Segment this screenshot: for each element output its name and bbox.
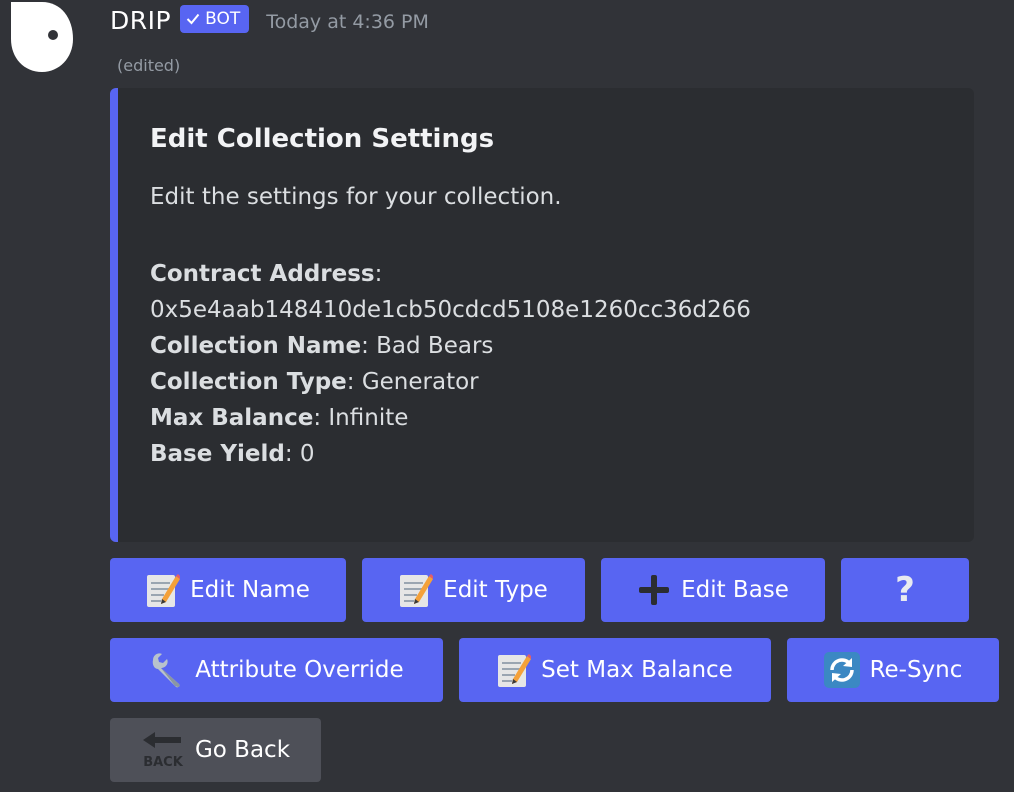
field-collection-name: Collection Name: Bad Bears <box>150 333 494 359</box>
field-max-balance: Max Balance: Infinite <box>150 405 409 431</box>
embed-card: Edit Collection Settings Edit the settin… <box>110 88 974 542</box>
help-button[interactable]: ? <box>841 558 969 622</box>
set-max-balance-button[interactable]: Set Max Balance <box>459 638 771 702</box>
edit-name-button[interactable]: Edit Name <box>110 558 346 622</box>
edit-base-button[interactable]: Edit Base <box>601 558 825 622</box>
edit-name-label: Edit Name <box>190 577 310 603</box>
bot-tag-label: BOT <box>205 9 241 29</box>
timestamp[interactable]: Today at 4:36 PM <box>266 11 429 33</box>
field-contract-address-value: 0x5e4aab148410de1cb50cdcd5108e1260cc36d2… <box>150 297 751 323</box>
embed-description: Edit the settings for your collection. <box>150 184 562 210</box>
edit-type-button[interactable]: Edit Type <box>362 558 585 622</box>
memo-icon <box>146 572 181 608</box>
go-back-button[interactable]: BACK Go Back <box>110 718 321 782</box>
plus-icon <box>637 573 671 607</box>
wrench-icon <box>149 652 185 688</box>
arrows-refresh-icon <box>823 652 860 688</box>
embed-fields: Contract Address: 0x5e4aab148410de1cb50c… <box>150 256 751 472</box>
username[interactable]: DRIP <box>110 6 171 35</box>
verified-check-icon <box>186 13 200 25</box>
resync-label: Re-Sync <box>869 657 963 683</box>
attribute-override-button[interactable]: Attribute Override <box>110 638 443 702</box>
bot-message: DRIP BOT Today at 4:36 PM (edited) Edit … <box>0 0 1014 792</box>
back-arrow-icon: BACK <box>141 730 185 770</box>
go-back-label: Go Back <box>194 737 291 763</box>
bot-tag: BOT <box>180 5 250 33</box>
attribute-override-label: Attribute Override <box>195 657 404 683</box>
avatar[interactable] <box>11 2 73 72</box>
field-base-yield: Base Yield: 0 <box>150 441 315 467</box>
edit-base-label: Edit Base <box>681 577 789 603</box>
svg-text:BACK: BACK <box>143 755 184 770</box>
edit-type-label: Edit Type <box>443 577 548 603</box>
message-header: DRIP BOT Today at 4:36 PM <box>110 2 429 38</box>
question-icon: ? <box>895 570 915 610</box>
drip-logo-icon <box>11 2 73 72</box>
field-collection-type: Collection Type: Generator <box>150 369 479 395</box>
memo-icon <box>497 652 532 688</box>
set-max-balance-label: Set Max Balance <box>541 657 733 683</box>
memo-icon <box>399 572 434 608</box>
embed-title: Edit Collection Settings <box>150 124 495 154</box>
edited-label: (edited) <box>117 56 181 75</box>
resync-button[interactable]: Re-Sync <box>787 638 999 702</box>
field-contract-address-label: Contract Address: <box>150 261 383 287</box>
